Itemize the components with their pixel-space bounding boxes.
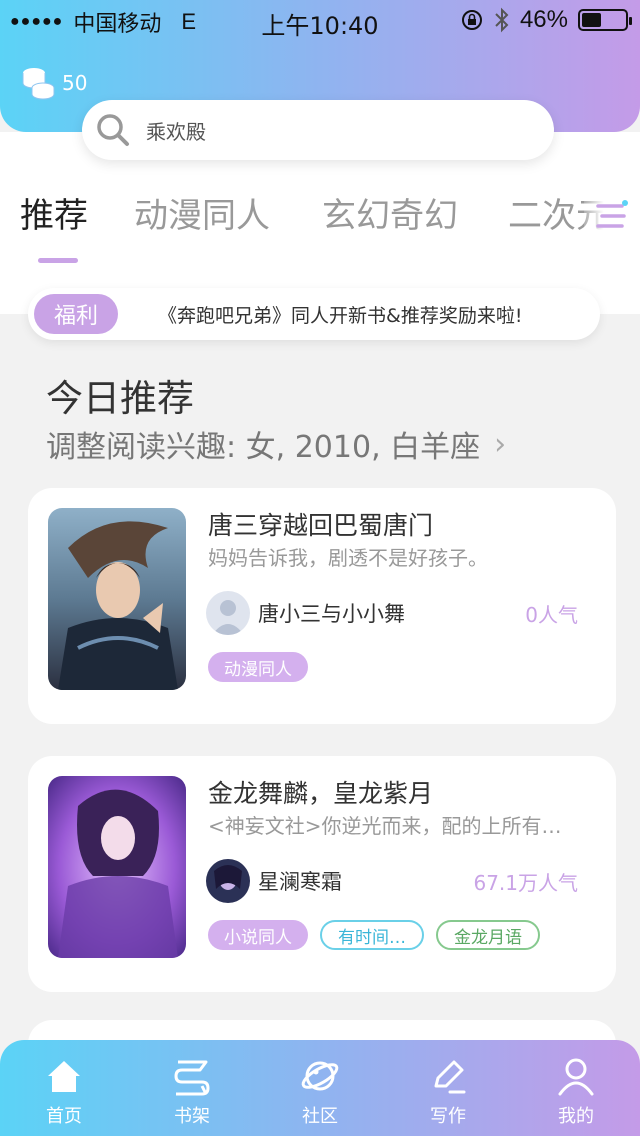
bottom-navigation: 首页 书架 社区 写作 我的 [0, 1040, 640, 1136]
battery-icon [578, 9, 632, 31]
nav-bookshelf-label: 书架 [174, 1106, 210, 1127]
reading-interest-link[interactable]: 调整阅读兴趣: 女, 2010, 白羊座 › [46, 422, 506, 466]
tab-recommend[interactable]: 推荐 [20, 188, 88, 237]
category-tabs: 推荐 动漫同人 玄幻奇幻 二次元 [0, 188, 640, 248]
book-card[interactable]: 金龙舞麟，皇龙紫月 <神妄文社>你逆光而来，配的上所有… 星澜寒霜 67.1万人… [28, 756, 616, 992]
tab-fantasy[interactable]: 玄幻奇幻 [322, 188, 458, 237]
active-tab-indicator [38, 258, 78, 263]
welfare-badge: 福利 [34, 294, 118, 334]
nav-profile[interactable]: 我的 [512, 1040, 640, 1136]
nav-bookshelf[interactable]: 书架 [128, 1040, 256, 1136]
planet-icon [301, 1061, 339, 1091]
book-title: 唐三穿越回巴蜀唐门 [208, 511, 434, 540]
author-avatar [206, 591, 250, 635]
pen-icon [434, 1060, 466, 1094]
author-name: 唐小三与小小舞 [258, 602, 405, 626]
book-card[interactable]: 唐三穿越回巴蜀唐门 妈妈告诉我，剧透不是好孩子。 唐小三与小小舞 0人气 动漫同… [28, 488, 616, 724]
tag-list: 动漫同人 [208, 652, 308, 682]
nav-community-label: 社区 [302, 1106, 338, 1127]
author-row[interactable]: 唐小三与小小舞 0人气 [206, 590, 578, 636]
nav-home-label: 首页 [46, 1106, 82, 1127]
keyword-tag[interactable]: 有时间… [320, 920, 424, 950]
reading-interest-text: 调整阅读兴趣: 女, 2010, 白羊座 [46, 430, 481, 465]
coin-count: 50 [62, 71, 88, 95]
chevron-right-icon: › [494, 426, 507, 462]
book-cover[interactable] [48, 776, 186, 958]
search-query: 乘欢殿 [146, 119, 206, 144]
battery-percent: 46% [519, 6, 568, 33]
nav-profile-label: 我的 [558, 1106, 594, 1127]
nav-home[interactable]: 首页 [0, 1040, 128, 1136]
category-menu-button[interactable] [584, 192, 640, 240]
author-row[interactable]: 星澜寒霜 67.1万人气 [206, 858, 578, 904]
author-avatar [206, 859, 250, 903]
book-description: 妈妈告诉我，剧透不是好孩子。 [208, 546, 488, 570]
category-tag[interactable]: 动漫同人 [208, 652, 308, 682]
tag-list: 小说同人 有时间… 金龙月语 [208, 920, 540, 950]
coins-icon [22, 68, 55, 100]
tab-anime-fanfic[interactable]: 动漫同人 [134, 188, 270, 237]
search-bar[interactable]: 乘欢殿 [82, 100, 554, 160]
keyword-tag[interactable]: 金龙月语 [436, 920, 540, 950]
status-bar: ●●●●● 中国移动 E 上午10:40 46% [0, 0, 640, 40]
notice-text: 《奔跑吧兄弟》同人开新书&推荐奖励来啦! [158, 304, 523, 327]
home-icon [48, 1061, 80, 1092]
popularity-count: 67.1万人气 [473, 870, 578, 895]
search-icon [97, 114, 129, 146]
section-title: 今日推荐 [46, 377, 194, 420]
book-description: <神妄文社>你逆光而来，配的上所有… [208, 814, 562, 838]
popularity-count: 0人气 [525, 602, 578, 627]
book-title: 金龙舞麟，皇龙紫月 [208, 779, 434, 808]
book-cover[interactable] [48, 508, 186, 690]
nav-community[interactable]: 社区 [256, 1040, 384, 1136]
author-name: 星澜寒霜 [258, 870, 342, 894]
notice-banner[interactable]: 福利 《奔跑吧兄弟》同人开新书&推荐奖励来啦! [28, 288, 600, 340]
user-icon [558, 1058, 594, 1096]
rotation-lock-icon [461, 10, 482, 30]
nav-write[interactable]: 写作 [384, 1040, 512, 1136]
nav-write-label: 写作 [430, 1106, 466, 1127]
bookshelf-icon [174, 1060, 210, 1096]
bluetooth-icon [495, 7, 509, 33]
menu-icon [596, 200, 628, 228]
coin-balance[interactable]: 50 [20, 66, 87, 100]
category-tag[interactable]: 小说同人 [208, 920, 308, 950]
